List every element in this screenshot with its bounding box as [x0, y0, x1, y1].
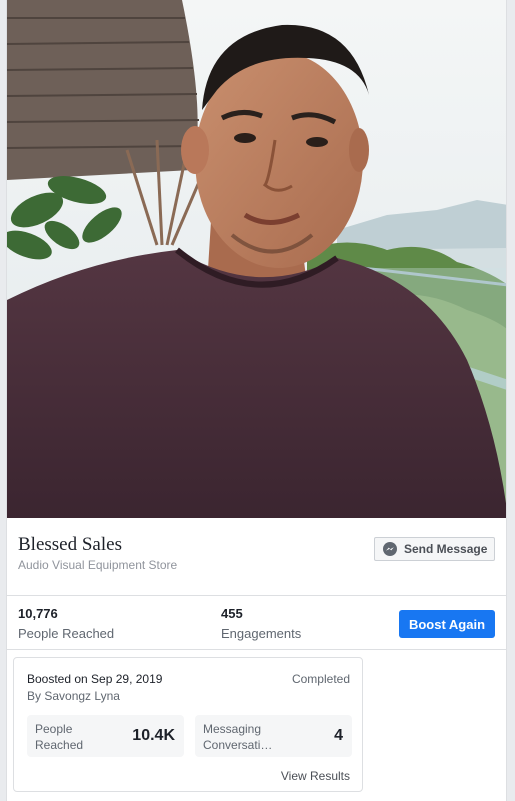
metric-label-line: Conversati… [203, 738, 273, 752]
page-category: Audio Visual Equipment Store [18, 558, 178, 572]
selfie-illustration [7, 0, 506, 518]
send-message-label: Send Message [404, 542, 488, 556]
engagements-value: 455 [221, 606, 243, 621]
metric-label-line: People [35, 722, 73, 736]
page-name[interactable]: Blessed Sales [18, 534, 122, 556]
boosted-on-date: Boosted on Sep 29, 2019 [27, 672, 163, 686]
metric-value: 10.4K [132, 727, 175, 744]
post-photo[interactable] [7, 0, 506, 518]
engagements-label: Engagements [221, 626, 302, 641]
metric-messaging-conversations: Messaging Conversati… 4 [195, 715, 352, 757]
status-badge: Completed [291, 672, 350, 686]
people-reached-value: 10,776 [18, 606, 58, 621]
metric-value: 4 [334, 727, 343, 744]
boosted-post-card: Blessed Sales Audio Visual Equipment Sto… [6, 0, 507, 801]
metric-label-line: Messaging [203, 722, 262, 736]
people-reached-label: People Reached [18, 626, 115, 641]
boost-again-button[interactable]: Boost Again [399, 610, 495, 638]
metric-label-line: Reached [35, 738, 84, 752]
boosted-by: By Savongz Lyna [27, 689, 120, 703]
metric-people-reached: People Reached 10.4K [27, 715, 184, 757]
send-message-button[interactable]: Send Message [374, 537, 495, 561]
metric-label: People Reached [35, 721, 121, 753]
post-stats-row: 10,776 People Reached 455 Engagements Bo… [7, 596, 506, 650]
view-results-link[interactable]: View Results [281, 769, 350, 783]
metric-label: Messaging Conversati… [203, 721, 289, 753]
boost-details-box: Boosted on Sep 29, 2019 By Savongz Lyna … [13, 657, 363, 792]
page-info-section: Blessed Sales Audio Visual Equipment Sto… [7, 518, 506, 596]
messenger-icon [383, 542, 397, 556]
